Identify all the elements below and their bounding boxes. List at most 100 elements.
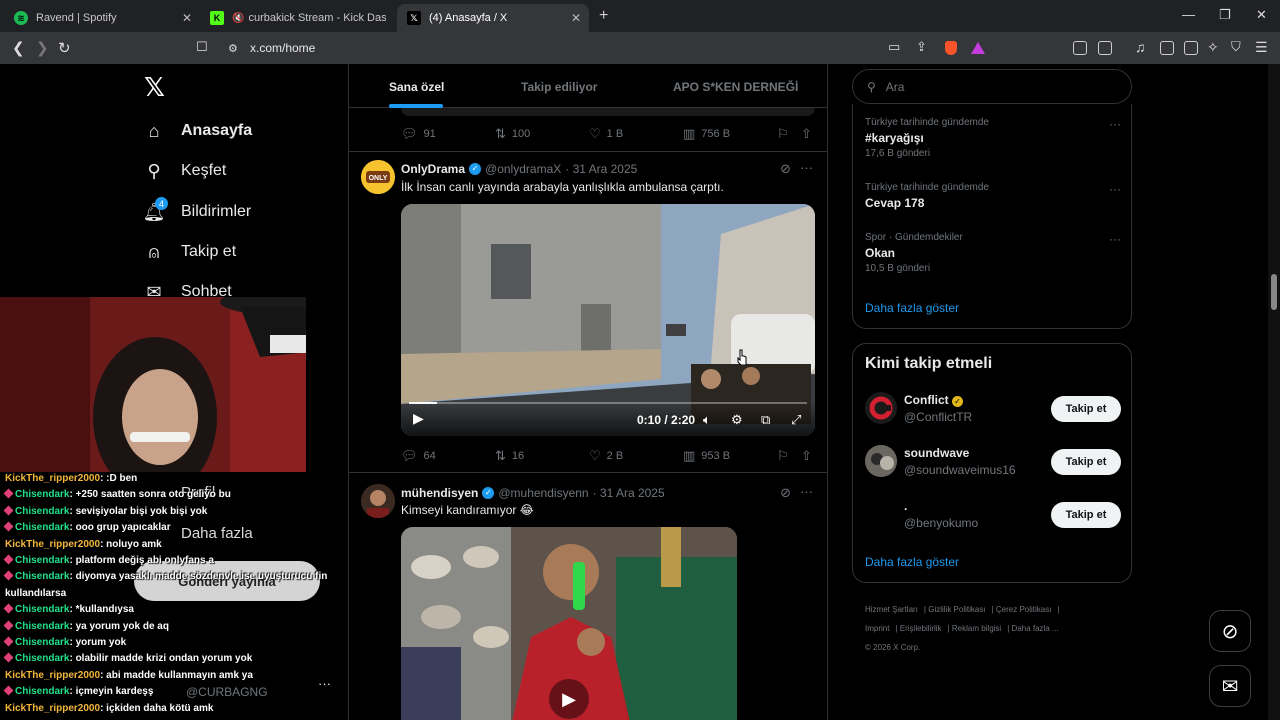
share-icon[interactable]: ⇪ bbox=[916, 39, 927, 55]
footer-link[interactable]: Reklam bilgisi bbox=[952, 624, 1001, 633]
play-icon[interactable]: ▶ bbox=[549, 679, 589, 719]
bookmark-icon[interactable]: ☐ bbox=[196, 39, 208, 55]
tab-x-home[interactable]: 𝕏 (4) Anasayfa / X ✕ bbox=[397, 4, 589, 32]
more-options-icon[interactable]: ··· bbox=[1109, 232, 1121, 246]
nav-explore[interactable]: ⚲ Keşfet bbox=[144, 161, 226, 181]
show-more-link[interactable]: Daha fazla göster bbox=[865, 555, 959, 569]
nav-home[interactable]: ⌂ Anasayfa bbox=[144, 121, 253, 141]
back-icon[interactable]: ❮ bbox=[12, 39, 25, 57]
trend-item[interactable]: Türkiye tarihinde gündemde #karyağışı 17… bbox=[865, 117, 1121, 159]
forward-icon[interactable]: ❯ bbox=[36, 39, 49, 57]
follow-button[interactable]: Takip et bbox=[1051, 396, 1121, 422]
follow-button[interactable]: Takip et bbox=[1051, 449, 1121, 475]
url-field[interactable]: x.com/home bbox=[250, 41, 315, 55]
repost-button[interactable]: ⇅ 16 bbox=[495, 448, 524, 464]
bookmark-button[interactable]: ⚐ bbox=[777, 126, 795, 142]
suggested-user[interactable]: soundwave @soundwaveimus16 Takip et bbox=[865, 445, 1121, 481]
extensions-icon[interactable] bbox=[1073, 41, 1087, 55]
reply-button[interactable]: 💬︎ 91 bbox=[401, 126, 436, 142]
wallet-icon[interactable] bbox=[1184, 41, 1198, 55]
fullscreen-icon[interactable]: ⤢ bbox=[791, 412, 801, 428]
avatar[interactable] bbox=[865, 392, 897, 424]
footer-link[interactable]: Çerez Politikası bbox=[996, 605, 1052, 614]
vpn-icon[interactable]: ⛉ bbox=[1231, 39, 1241, 55]
search-input[interactable]: ⚲ Ara bbox=[852, 69, 1132, 104]
video-player[interactable]: ▶ bbox=[401, 527, 737, 720]
subscriber-badge-icon bbox=[3, 653, 14, 663]
trend-item[interactable]: Türkiye tarihinde gündemde Cevap 178 ··· bbox=[865, 182, 1121, 210]
grok-icon[interactable]: ⊘ bbox=[780, 485, 791, 501]
share-button[interactable]: ⇧ bbox=[801, 448, 818, 464]
author-handle[interactable]: @onlydramaX bbox=[485, 162, 561, 176]
reply-button[interactable]: 💬︎ 64 bbox=[401, 448, 436, 464]
post-date[interactable]: · 31 Ara 2025 bbox=[565, 162, 637, 176]
share-button[interactable]: ⇧ bbox=[801, 126, 818, 142]
footer-link[interactable]: Hizmet Şartları bbox=[865, 605, 918, 614]
volume-icon[interactable]: 🔈︎ bbox=[703, 412, 711, 428]
maximize-icon[interactable]: ❐ bbox=[1219, 7, 1231, 23]
show-more-link[interactable]: Daha fazla göster bbox=[865, 301, 959, 315]
footer-link[interactable]: Gizlilik Politikası bbox=[928, 605, 985, 614]
tab-for-you[interactable]: Sana özel bbox=[389, 80, 444, 94]
footer-link[interactable]: Imprint bbox=[865, 624, 889, 633]
reload-icon[interactable]: ↻ bbox=[58, 39, 71, 57]
suggested-user[interactable]: . @benyokumo Takip et bbox=[865, 498, 1121, 534]
menu-icon[interactable]: ☰ bbox=[1255, 39, 1268, 56]
close-window-icon[interactable]: ✕ bbox=[1256, 7, 1267, 23]
tab-community[interactable]: APO S*KEN DERNEĞİ bbox=[673, 80, 798, 94]
bookmark-button[interactable]: ⚐ bbox=[777, 448, 795, 464]
repost-button[interactable]: ⇅ 100 bbox=[495, 126, 530, 142]
music-icon[interactable]: ♫ bbox=[1135, 39, 1146, 55]
author-handle[interactable]: @muhendisyenn bbox=[498, 486, 588, 500]
follow-button[interactable]: Takip et bbox=[1051, 502, 1121, 528]
post-date[interactable]: · 31 Ara 2025 bbox=[593, 486, 665, 500]
muted-speaker-icon[interactable]: 🔇 bbox=[232, 13, 244, 24]
account-menu-icon[interactable]: ··· bbox=[318, 676, 331, 691]
author-name[interactable]: mühendisyen bbox=[401, 486, 478, 500]
avatar[interactable] bbox=[865, 445, 897, 477]
more-options-icon[interactable]: ··· bbox=[1109, 182, 1121, 196]
scroll-thumb[interactable] bbox=[1271, 274, 1277, 310]
avatar[interactable]: ONLY bbox=[361, 160, 395, 194]
site-settings-icon[interactable]: ⚙ bbox=[228, 42, 238, 55]
cast-icon[interactable]: ▭ bbox=[888, 39, 900, 55]
minimize-icon[interactable]: — bbox=[1182, 7, 1195, 22]
leo-ai-icon[interactable]: ✧ bbox=[1207, 39, 1219, 56]
author-name[interactable]: OnlyDrama bbox=[401, 162, 465, 176]
tab-kick[interactable]: K 🔇 curbakick Stream - Kick Dashboard bbox=[200, 4, 396, 32]
nav-notifications[interactable]: 🔔︎ 4 Bildirimler bbox=[143, 197, 251, 222]
more-options-icon[interactable]: ··· bbox=[800, 160, 813, 175]
views-button[interactable]: ▥ 756 B bbox=[683, 126, 730, 142]
grok-icon[interactable]: ⊘ bbox=[780, 161, 791, 177]
like-button[interactable]: ♡ 1 B bbox=[589, 126, 623, 142]
mouse-cursor-icon bbox=[737, 349, 747, 365]
account-handle[interactable]: @CURBAGNG bbox=[186, 685, 268, 699]
tab-close-icon[interactable]: ✕ bbox=[182, 11, 192, 25]
like-button[interactable]: ♡ 2 B bbox=[589, 448, 623, 464]
messages-button[interactable]: ✉ bbox=[1209, 665, 1251, 707]
tab-spotify[interactable]: ≋ Ravend | Spotify ✕ bbox=[4, 4, 200, 32]
avatar[interactable] bbox=[865, 498, 897, 530]
more-options-icon[interactable]: ··· bbox=[800, 484, 813, 499]
nav-follow[interactable]: ⍝ Takip et bbox=[144, 242, 237, 262]
brave-shield-icon[interactable] bbox=[945, 41, 957, 55]
grok-button[interactable]: ⊘ bbox=[1209, 610, 1251, 652]
footer-link[interactable]: Erişilebilirlik bbox=[900, 624, 942, 633]
pip-icon[interactable]: ⧉ bbox=[761, 412, 770, 428]
x-logo[interactable]: 𝕏 bbox=[144, 73, 165, 103]
tab-close-icon[interactable]: ✕ bbox=[571, 11, 581, 25]
scrollbar[interactable] bbox=[1268, 64, 1280, 720]
more-options-icon[interactable]: ··· bbox=[1109, 117, 1121, 131]
views-button[interactable]: ▥ 953 B bbox=[683, 448, 730, 464]
tab-following[interactable]: Takip ediliyor bbox=[521, 80, 597, 94]
trend-item[interactable]: Spor · Gündemdekiler Okan 10,5 B gönderi… bbox=[865, 232, 1121, 274]
brave-rewards-icon[interactable] bbox=[971, 42, 985, 54]
video-player[interactable]: ▶ 0:10 / 2:20 🔈︎ ⚙ ⧉ ⤢ bbox=[401, 204, 815, 436]
screenshot-icon[interactable] bbox=[1098, 41, 1112, 55]
settings-icon[interactable]: ⚙ bbox=[731, 412, 743, 428]
new-tab-icon[interactable]: + bbox=[599, 7, 608, 25]
sidebar-icon[interactable] bbox=[1160, 41, 1174, 55]
footer-link[interactable]: Daha fazla ... bbox=[1012, 624, 1059, 633]
suggested-user[interactable]: Conflict ✓ @ConflictTR Takip et bbox=[865, 392, 1121, 428]
play-icon[interactable]: ▶ bbox=[413, 410, 424, 427]
